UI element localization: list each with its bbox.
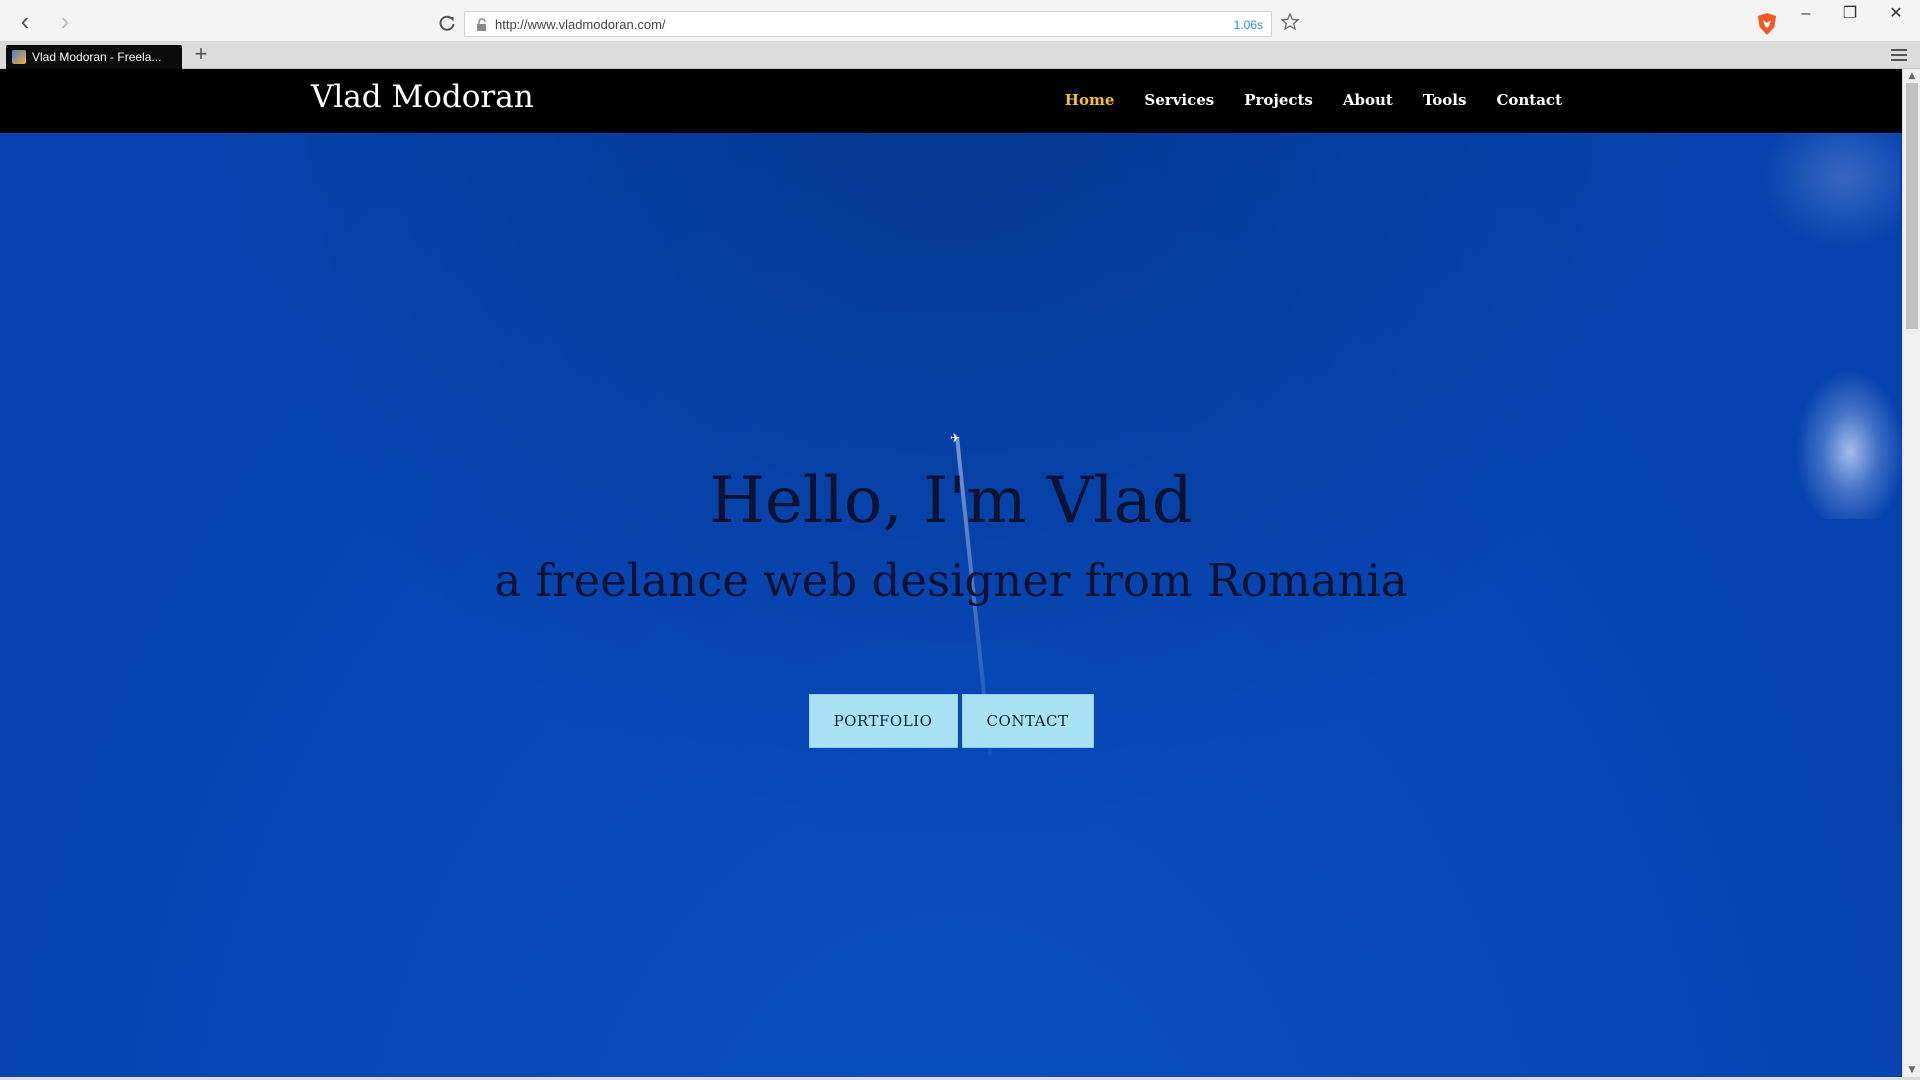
- close-icon[interactable]: ✕: [1876, 4, 1916, 26]
- nav-tools[interactable]: Tools: [1423, 91, 1467, 109]
- lock-icon: [477, 18, 486, 31]
- bookmark-star-icon[interactable]: [1280, 12, 1300, 32]
- nav-about[interactable]: About: [1343, 91, 1393, 109]
- scroll-up-icon[interactable]: ▲: [1903, 69, 1920, 83]
- site-favicon-icon: [12, 50, 26, 64]
- nav-contact[interactable]: Contact: [1496, 91, 1562, 109]
- scroll-down-icon[interactable]: ▼: [1903, 1063, 1920, 1077]
- hero: Hello, I'm Vlad a freelance web designer…: [0, 459, 1902, 619]
- airplane-icon: ✈: [950, 431, 961, 445]
- web-page: ✈ Vlad Modoran Home Services Projects Ab…: [0, 69, 1902, 1077]
- portfolio-button[interactable]: PORTFOLIO: [808, 694, 958, 748]
- back-icon[interactable]: ‹: [12, 8, 38, 35]
- nav-home[interactable]: Home: [1065, 91, 1115, 109]
- url-text: http://www.vladmodoran.com/: [495, 17, 666, 32]
- hero-subtitle: a freelance web designer from Romania: [494, 554, 1408, 607]
- site-navbar: Vlad Modoran Home Services Projects Abou…: [0, 69, 1902, 133]
- contact-button[interactable]: CONTACT: [961, 694, 1094, 748]
- reload-icon[interactable]: [436, 12, 458, 34]
- browser-toolbar: ‹ › http://www.vladmodoran.com/ 1.06s – …: [0, 0, 1920, 42]
- minimize-icon[interactable]: –: [1786, 4, 1826, 26]
- load-time: 1.06s: [1233, 18, 1263, 32]
- address-bar[interactable]: http://www.vladmodoran.com/ 1.06s: [464, 11, 1272, 37]
- tab-title: Vlad Modoran - Freela...: [32, 50, 162, 64]
- tab-strip: Vlad Modoran - Freela... +: [0, 42, 1920, 69]
- forward-icon[interactable]: ›: [52, 8, 78, 35]
- nav-services[interactable]: Services: [1144, 91, 1214, 109]
- restore-icon[interactable]: ❐: [1830, 4, 1870, 26]
- site-brand[interactable]: Vlad Modoran: [311, 79, 534, 115]
- hamburger-menu-icon[interactable]: [1888, 46, 1910, 64]
- page-scrollbar[interactable]: ▲ ▼: [1902, 69, 1920, 1077]
- scrollbar-thumb[interactable]: [1906, 83, 1918, 329]
- main-menu: Home Services Projects About Tools Conta…: [1035, 91, 1562, 109]
- hero-buttons: PORTFOLIO CONTACT: [0, 694, 1902, 748]
- nav-projects[interactable]: Projects: [1244, 91, 1313, 109]
- brave-shield-icon[interactable]: [1756, 12, 1778, 36]
- cloud-decoration: [1760, 129, 1900, 249]
- hero-title: Hello, I'm Vlad: [709, 464, 1193, 538]
- new-tab-icon[interactable]: +: [190, 43, 212, 66]
- tab-active[interactable]: Vlad Modoran - Freela...: [6, 45, 182, 69]
